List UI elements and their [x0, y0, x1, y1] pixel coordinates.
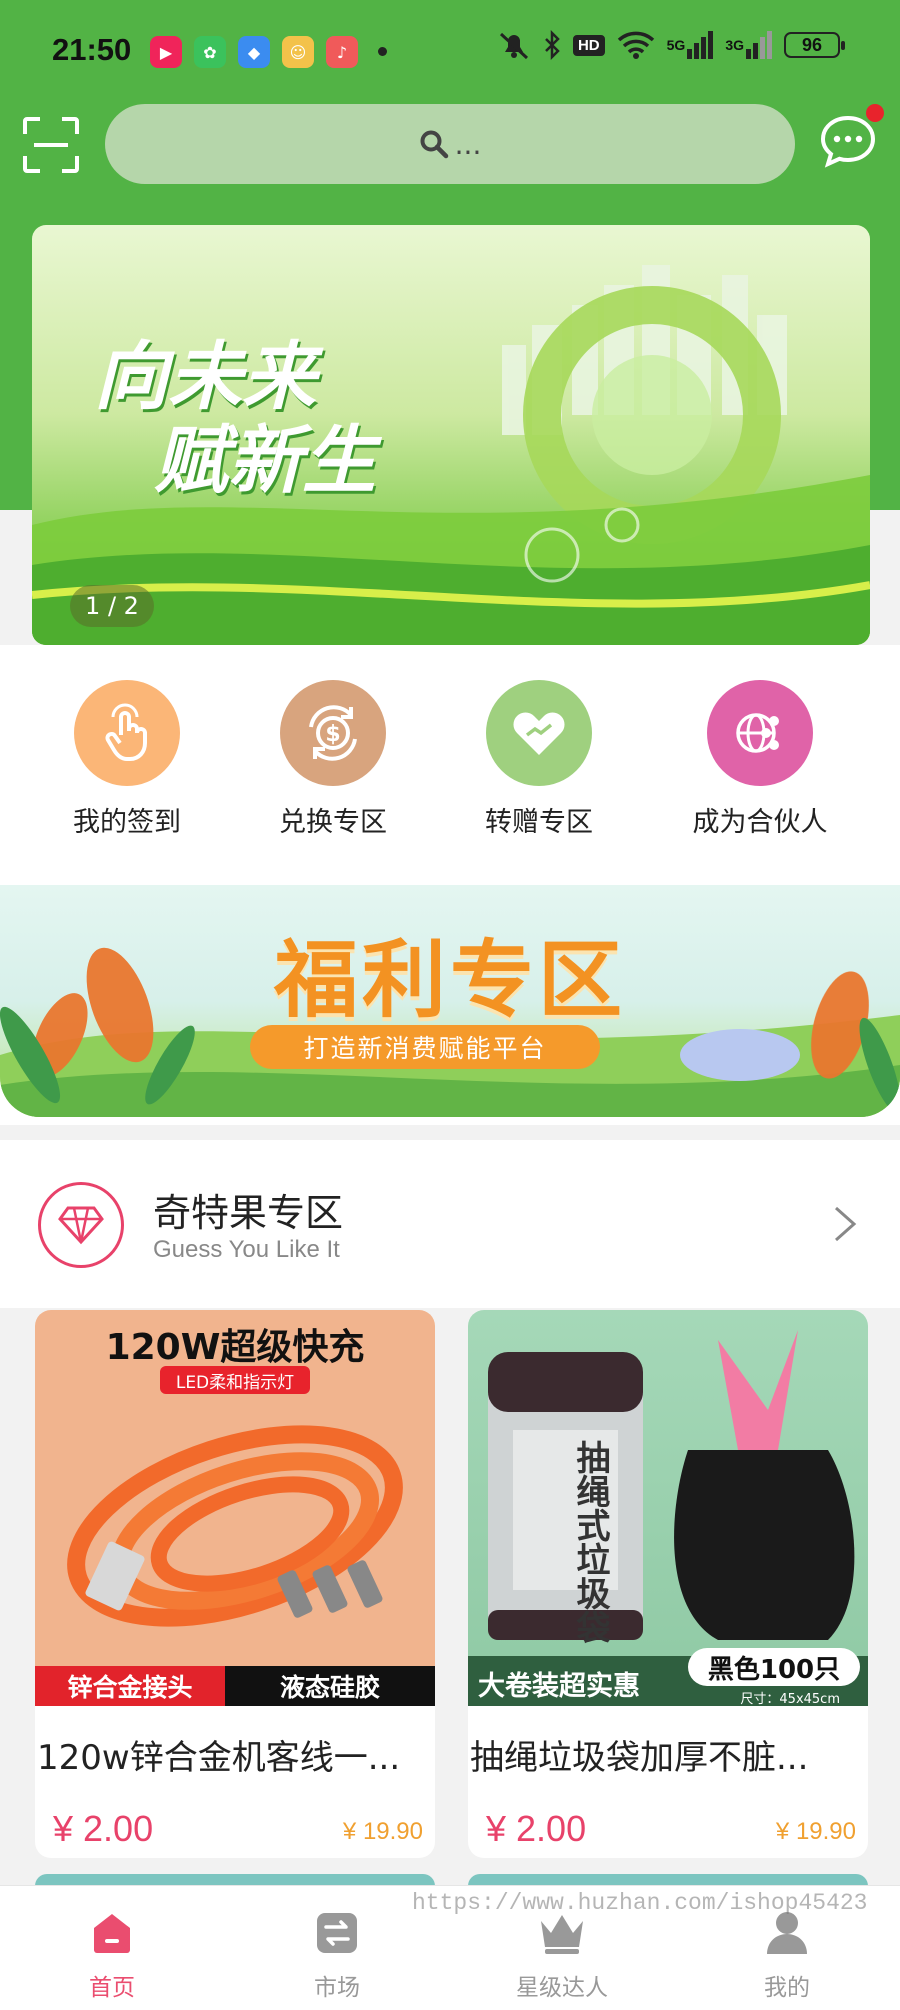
quick-item-partner[interactable]: 成为合伙人 — [675, 680, 845, 839]
promo-banner[interactable]: 向未来 赋新生 1 / 2 — [32, 225, 870, 645]
home-icon — [87, 1908, 137, 1958]
message-badge — [866, 104, 884, 122]
exchange-icon — [312, 1908, 362, 1958]
search-placeholder: ... — [454, 127, 482, 161]
image-headline: 120W超级快充 — [105, 1327, 365, 1368]
dollar-exchange-icon: $ — [280, 680, 386, 786]
section-title: 奇特果专区 — [153, 1191, 344, 1235]
welfare-title: 福利专区 — [273, 931, 626, 1029]
image-feature-left: 大卷装超实惠 — [478, 1671, 640, 1702]
banner-page-indicator: 1 / 2 — [70, 585, 154, 627]
image-feature-bar: 锌合金接头 液态硅胶 — [35, 1666, 435, 1706]
banner-line1: 向未来 — [94, 334, 316, 420]
product-original-price: ¥ 19.90 — [342, 1818, 423, 1845]
product-original-price: ¥ 19.90 — [775, 1818, 856, 1845]
recommend-section-header[interactable]: 奇特果专区 Guess You Like It — [0, 1140, 900, 1308]
quick-item-exchange[interactable]: $ 兑换专区 — [248, 680, 418, 839]
scan-icon[interactable] — [22, 116, 80, 174]
status-indicators: HD 5G 3G 96 — [497, 30, 845, 60]
hd-icon: HD — [572, 34, 605, 56]
image-pill: 黑色100只 — [688, 1648, 860, 1686]
watermark: https://www.huzhan.com/ishop45423 — [412, 1890, 868, 1916]
product-image: 120W超级快充 LED柔和指示灯 锌合金接头 液态硅胶 — [35, 1310, 435, 1706]
wifi-icon — [617, 30, 655, 60]
image-size: 尺寸：45x45cm — [740, 1692, 840, 1707]
quick-item-label: 转赠专区 — [485, 807, 593, 838]
tab-market[interactable]: 市场 — [262, 1908, 412, 2002]
product-name: 120w锌合金机客线一... — [37, 1738, 401, 1778]
tab-label: 星级达人 — [516, 1975, 608, 2001]
quick-item-label: 兑换专区 — [279, 807, 387, 838]
welfare-banner[interactable]: 福利专区 打造新消费赋能平台 — [0, 885, 900, 1117]
product-name: 抽绳垃圾袋加厚不脏... — [470, 1738, 809, 1778]
tab-label: 我的 — [764, 1975, 810, 2001]
banner-slogan: 向未来 赋新生 — [94, 335, 376, 503]
tab-star-expert[interactable]: 星级达人 — [487, 1908, 637, 2002]
music-app-icon: ♪ — [326, 36, 358, 68]
product-image: 抽绳式垃圾袋 大卷装超实惠 黑色100只 尺寸：45x45cm — [468, 1310, 868, 1707]
hand-tap-icon — [74, 680, 180, 786]
image-tag: LED柔和指示灯 — [160, 1366, 310, 1394]
welfare-section: 福利专区 打造新消费赋能平台 — [0, 860, 900, 1125]
section-subtitle: Guess You Like It — [153, 1236, 340, 1263]
tab-label: 市场 — [314, 1975, 360, 2001]
product-card[interactable]: 120W超级快充 LED柔和指示灯 锌合金接头 液态硅胶 120w锌合金机客线一… — [35, 1310, 435, 1858]
bluetooth-icon — [543, 30, 561, 60]
roll-label: 抽绳式垃圾袋 — [570, 1440, 610, 1644]
svg-text:$: $ — [325, 722, 340, 747]
signal-3g-icon: 3G — [725, 31, 772, 59]
banner-line2: 赋新生 — [154, 418, 376, 504]
image-feature-right: 液态硅胶 — [279, 1673, 380, 1702]
tab-label: 首页 — [89, 1975, 135, 2001]
product-price: ¥ 2.00 — [53, 1808, 154, 1849]
signal-5g-icon: 5G — [667, 31, 714, 59]
quick-item-checkin[interactable]: 我的签到 — [42, 680, 212, 839]
quick-item-gift[interactable]: 转赠专区 — [454, 680, 624, 839]
product-card[interactable]: 抽绳式垃圾袋 大卷装超实惠 黑色100只 尺寸：45x45cm 抽绳垃圾袋加厚不… — [468, 1310, 868, 1858]
product-price: ¥ 2.00 — [486, 1808, 587, 1849]
quick-item-label: 我的签到 — [73, 807, 181, 838]
game-app-icon: ☺ — [282, 36, 314, 68]
quick-item-label: 成为合伙人 — [692, 807, 828, 838]
battery-icon: 96 — [784, 32, 845, 58]
tab-home[interactable]: 首页 — [37, 1908, 187, 2002]
search-icon — [420, 130, 448, 159]
quick-menu: 我的签到 $ 兑换专区 转赠专区 成为合伙人 — [0, 645, 900, 860]
chevron-right-icon[interactable] — [830, 1204, 860, 1244]
cable-illustration — [67, 1425, 403, 1627]
mute-icon — [497, 30, 531, 60]
video-app-icon: ▶ — [150, 36, 182, 68]
search-bar[interactable]: ... — [105, 104, 795, 184]
more-notifications-dot — [378, 47, 387, 56]
status-time: 21:50 — [52, 32, 132, 67]
message-icon[interactable] — [818, 112, 878, 172]
image-feature-left: 锌合金接头 — [35, 1666, 225, 1706]
browser-app-icon: ◆ — [238, 36, 270, 68]
welfare-subtitle: 打造新消费赋能平台 — [250, 1025, 600, 1069]
wechat-app-icon: ✿ — [194, 36, 226, 68]
status-bar: 21:50 ▶ ✿ ◆ ☺ ♪ HD 5G 3G 96 — [0, 0, 900, 100]
globe-share-icon — [707, 680, 813, 786]
heart-handshake-icon — [486, 680, 592, 786]
notification-icons: ▶ ✿ ◆ ☺ ♪ — [150, 36, 358, 68]
tab-mine[interactable]: 我的 — [712, 1908, 862, 2002]
diamond-icon — [38, 1182, 124, 1268]
